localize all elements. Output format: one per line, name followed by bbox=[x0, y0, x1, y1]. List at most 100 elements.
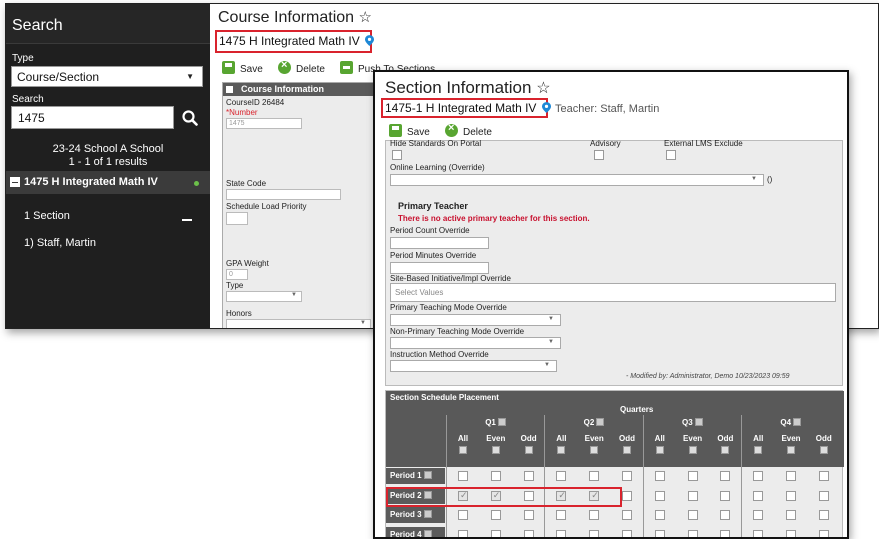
result-section-item[interactable]: 1 Section bbox=[24, 210, 70, 222]
non-primary-mode-dropdown[interactable]: ▼ bbox=[390, 337, 561, 349]
schedule-cell-checkbox[interactable] bbox=[654, 471, 665, 481]
column-select-checkbox[interactable] bbox=[787, 446, 795, 454]
chevron-down-icon: ▼ bbox=[751, 176, 757, 182]
period-checkbox[interactable] bbox=[423, 510, 432, 518]
online-learning-dropdown[interactable]: ▼ bbox=[390, 174, 764, 186]
schedule-cell-checkbox[interactable] bbox=[490, 529, 501, 537]
schedule-cell-checkbox[interactable] bbox=[818, 510, 829, 520]
schedule-cell-checkbox[interactable] bbox=[687, 510, 698, 520]
site-based-multiselect[interactable]: Select Values bbox=[390, 283, 836, 302]
search-input[interactable]: 1475 bbox=[11, 106, 174, 129]
favorite-star-icon[interactable]: ☆ bbox=[359, 9, 372, 26]
column-select-checkbox[interactable] bbox=[688, 446, 697, 454]
schedule-cell-checkbox[interactable] bbox=[786, 510, 796, 520]
schedule-cell-checkbox[interactable] bbox=[753, 490, 764, 501]
schedule-cell-checkbox[interactable] bbox=[786, 471, 796, 481]
schedule-cell-checkbox[interactable] bbox=[654, 529, 665, 537]
quarter-checkbox[interactable] bbox=[596, 418, 605, 426]
column-select-checkbox[interactable] bbox=[655, 446, 664, 454]
schedule-cell-checkbox[interactable] bbox=[523, 529, 534, 537]
schedule-cell-checkbox[interactable] bbox=[458, 510, 468, 520]
schedule-cell-checkbox[interactable] bbox=[720, 529, 731, 537]
schedule-cell-checkbox[interactable] bbox=[687, 529, 698, 537]
expand-icon[interactable] bbox=[226, 86, 233, 93]
primary-mode-dropdown[interactable]: ▼ bbox=[390, 314, 561, 326]
schedule-cell-checkbox[interactable] bbox=[458, 471, 468, 481]
number-input[interactable]: 1475 bbox=[226, 118, 302, 129]
instruction-method-dropdown[interactable]: ▼ bbox=[390, 360, 557, 372]
panel-title: Course Information bbox=[241, 84, 325, 94]
schedule-cell-checkbox[interactable] bbox=[589, 471, 600, 481]
schedule-cell-checkbox[interactable] bbox=[720, 490, 731, 501]
schedule-cell-checkbox[interactable] bbox=[490, 510, 501, 520]
schedule-cell-checkbox[interactable] bbox=[622, 471, 632, 481]
quarter-checkbox[interactable] bbox=[793, 418, 802, 426]
favorite-star-icon[interactable]: ☆ bbox=[536, 80, 550, 97]
column-select-checkbox[interactable] bbox=[754, 446, 763, 454]
schedule-cell-checkbox[interactable] bbox=[622, 490, 632, 501]
schedule-cell-checkbox[interactable] bbox=[654, 490, 665, 501]
schedule-cell-checkbox[interactable] bbox=[786, 529, 796, 537]
period-checkbox[interactable] bbox=[423, 471, 432, 479]
section-save-button[interactable]: Save bbox=[389, 122, 430, 138]
schedule-cell-checkbox[interactable] bbox=[818, 529, 829, 537]
honors-dropdown[interactable]: ▼ bbox=[226, 319, 371, 328]
course-save-button[interactable]: Save bbox=[222, 59, 263, 75]
hide-standards-label: Hide Standards On Portal bbox=[390, 139, 482, 148]
type-dropdown[interactable]: ▼ bbox=[226, 291, 302, 302]
external-lms-checkbox[interactable] bbox=[666, 150, 676, 160]
schedule-load-input[interactable] bbox=[226, 212, 248, 225]
schedule-cell-checkbox[interactable] bbox=[753, 510, 764, 520]
column-select-checkbox[interactable] bbox=[459, 446, 467, 454]
column-select-checkbox[interactable] bbox=[557, 446, 566, 454]
schedule-cell-checkbox[interactable] bbox=[687, 490, 698, 501]
course-delete-button[interactable]: Delete bbox=[278, 59, 325, 75]
gpa-weight-input[interactable]: 0 bbox=[226, 269, 248, 280]
schedule-cell-checkbox[interactable] bbox=[556, 471, 567, 481]
schedule-cell-checkbox[interactable] bbox=[556, 510, 567, 520]
column-select-checkbox[interactable] bbox=[623, 446, 631, 454]
collapse-icon[interactable] bbox=[182, 219, 192, 221]
schedule-cell-checkbox[interactable] bbox=[753, 529, 764, 537]
gpa-weight-value: 0 bbox=[229, 271, 233, 278]
quarter-checkbox[interactable] bbox=[694, 418, 703, 426]
schedule-cell-checkbox[interactable] bbox=[818, 471, 829, 481]
state-code-input[interactable] bbox=[226, 189, 341, 200]
schedule-cell-checkbox[interactable] bbox=[786, 490, 796, 501]
period-label: Period 4 bbox=[386, 526, 445, 537]
section-delete-button[interactable]: Delete bbox=[445, 122, 492, 138]
schedule-cell-checkbox[interactable] bbox=[720, 471, 731, 481]
result-course-item[interactable]: 1475 H Integrated Math IV bbox=[6, 171, 210, 194]
schedule-cell-checkbox[interactable] bbox=[818, 490, 829, 501]
type-select[interactable]: Course/Section ▼ bbox=[11, 66, 203, 87]
schedule-cell-checkbox[interactable] bbox=[622, 529, 632, 537]
course-panel-header: Course Information bbox=[223, 83, 378, 96]
column-select-checkbox[interactable] bbox=[590, 446, 599, 454]
column-select-checkbox[interactable] bbox=[524, 446, 533, 454]
schedule-cell-checkbox[interactable] bbox=[622, 510, 632, 520]
schedule-cell-checkbox[interactable] bbox=[458, 529, 468, 537]
schedule-cell-checkbox[interactable] bbox=[523, 471, 534, 481]
schedule-cell-checkbox[interactable] bbox=[589, 529, 600, 537]
period-2-highlight bbox=[386, 486, 622, 507]
quarter-checkbox[interactable] bbox=[497, 418, 506, 426]
result-teacher-item[interactable]: 1) Staff, Martin bbox=[24, 237, 96, 249]
schedule-cell-checkbox[interactable] bbox=[589, 510, 600, 520]
schedule-cell-checkbox[interactable] bbox=[654, 510, 665, 520]
schedule-cell-checkbox[interactable] bbox=[556, 529, 567, 537]
period-minutes-input[interactable] bbox=[390, 262, 489, 274]
column-select-checkbox[interactable] bbox=[721, 446, 730, 454]
period-count-input[interactable] bbox=[390, 237, 489, 249]
search-icon[interactable] bbox=[182, 110, 198, 126]
schedule-cell-checkbox[interactable] bbox=[687, 471, 698, 481]
period-checkbox[interactable] bbox=[423, 529, 432, 537]
schedule-cell-checkbox[interactable] bbox=[523, 510, 534, 520]
schedule-cell-checkbox[interactable] bbox=[720, 510, 731, 520]
advisory-checkbox[interactable] bbox=[594, 150, 604, 160]
column-select-checkbox[interactable] bbox=[819, 446, 828, 454]
delete-icon bbox=[278, 59, 291, 74]
column-select-checkbox[interactable] bbox=[491, 446, 500, 454]
schedule-cell-checkbox[interactable] bbox=[490, 471, 501, 481]
hide-standards-checkbox[interactable] bbox=[392, 150, 402, 160]
schedule-cell-checkbox[interactable] bbox=[753, 471, 764, 481]
